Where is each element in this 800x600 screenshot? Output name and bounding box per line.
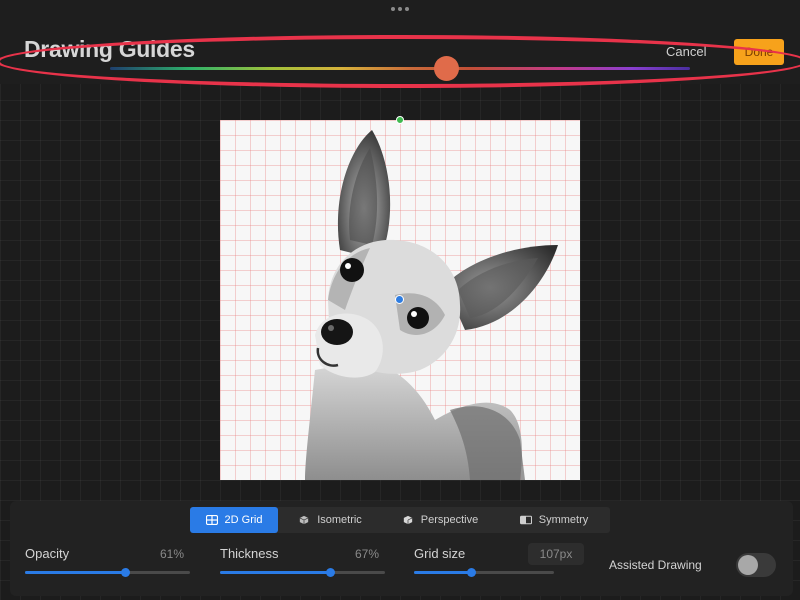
thickness-slider[interactable] <box>220 568 385 577</box>
tab-isometric[interactable]: Isometric <box>278 507 382 533</box>
tab-label: 2D Grid <box>224 514 263 526</box>
cube-icon <box>299 515 309 525</box>
perspective-cube-icon <box>403 515 413 525</box>
guide-center-handle[interactable] <box>395 295 404 304</box>
tab-label: Isometric <box>317 514 362 526</box>
assisted-drawing-label: Assisted Drawing <box>609 558 702 572</box>
more-options-icon[interactable] <box>391 5 409 13</box>
thickness-value: 67% <box>355 547 380 561</box>
tab-symmetry[interactable]: Symmetry <box>498 507 610 533</box>
tab-label: Symmetry <box>538 514 589 526</box>
tab-2d-grid[interactable]: 2D Grid <box>190 507 278 533</box>
opacity-slider[interactable] <box>25 568 190 577</box>
page-title: Drawing Guides <box>24 36 195 62</box>
opacity-slider-fill <box>25 571 126 574</box>
top-bar: Drawing Guides Cancel Done <box>0 0 800 84</box>
tab-perspective[interactable]: Perspective <box>382 507 498 533</box>
done-button[interactable]: Done <box>734 39 784 65</box>
color-hue-slider[interactable] <box>110 67 690 70</box>
grid-size-label: Grid size <box>414 546 466 561</box>
grid-size-value[interactable]: 107px <box>528 543 584 565</box>
thickness-slider-fill <box>220 571 331 574</box>
toggle-knob <box>738 555 758 575</box>
opacity-value: 61% <box>160 547 185 561</box>
grid-size-slider[interactable] <box>414 568 554 577</box>
symmetry-icon <box>519 515 532 525</box>
tab-label: Perspective <box>420 514 479 526</box>
guide-rotation-handle[interactable] <box>396 116 404 124</box>
opacity-label: Opacity <box>25 546 70 561</box>
cancel-button[interactable]: Cancel <box>666 44 706 59</box>
grid-size-slider-thumb[interactable] <box>466 568 476 577</box>
guide-type-tabs: 2D Grid Isometric Perspective Symmetry <box>190 507 610 533</box>
thickness-label: Thickness <box>220 546 279 561</box>
grid-icon <box>205 515 218 525</box>
color-hue-knob[interactable] <box>433 56 459 81</box>
assisted-drawing-toggle[interactable] <box>736 553 776 577</box>
grid-size-slider-fill <box>414 571 472 574</box>
thickness-slider-thumb[interactable] <box>326 568 336 577</box>
